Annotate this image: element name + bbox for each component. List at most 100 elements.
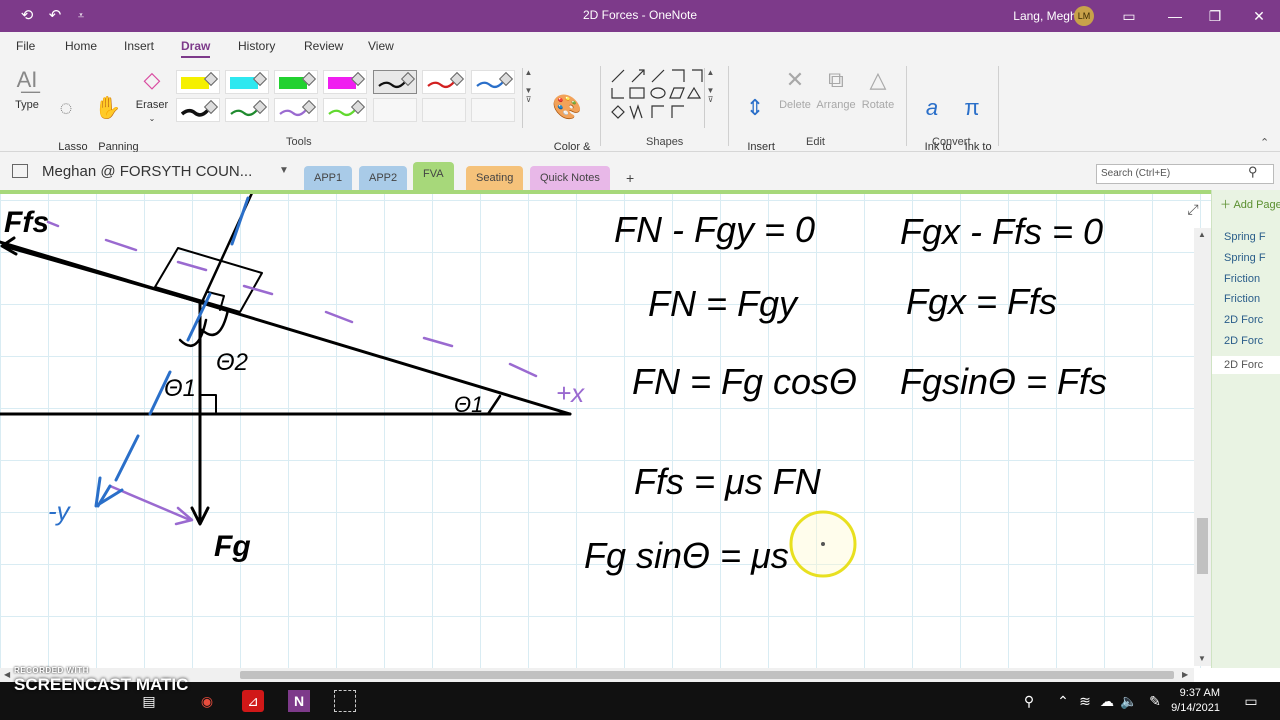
edit-group-label: Edit [806, 136, 825, 148]
onedrive-icon[interactable]: ☁ [1096, 690, 1118, 712]
watermark-big: SCREENCAST MATIC [14, 675, 189, 694]
close-icon[interactable]: ✕ [1250, 7, 1268, 25]
section-tab-app1[interactable]: APP1 [304, 166, 353, 190]
pen-swatch-2[interactable] [274, 70, 318, 94]
tools-group-label: Tools [286, 136, 312, 148]
wifi-icon[interactable]: ≋ [1074, 690, 1096, 712]
arrange-label: Arrange [816, 99, 856, 111]
tab-home[interactable]: Home [65, 39, 97, 53]
pen-swatch-3[interactable] [323, 70, 367, 94]
page-list-item[interactable]: 2D Forc [1212, 355, 1280, 374]
pen-swatch-1[interactable] [225, 70, 269, 94]
page-canvas[interactable]: Ffs Θ2 Θ1 Θ1 +x -y Fg FN - Fgy = 0 FN = … [0, 190, 1211, 668]
theta2-label: Θ2 [216, 349, 248, 376]
page-list-item[interactable]: 2D Forc [1224, 314, 1263, 326]
tab-insert[interactable]: Insert [124, 39, 154, 53]
add-section-button[interactable]: + [616, 166, 644, 190]
page-list-item[interactable]: Spring F [1224, 252, 1266, 264]
pen-icon[interactable]: ✎ [1144, 690, 1166, 712]
shapes-gallery-scroll[interactable]: ▲ ▼ ⊽ [704, 68, 716, 128]
ellipse-shape-icon [650, 87, 666, 99]
corner-shape-icon [672, 69, 685, 82]
equation-6: Fgx - Ffs = 0 [900, 211, 1103, 252]
eraser-button[interactable]: ◇ Eraser ⌄ [132, 66, 172, 126]
ink-layer[interactable]: Ffs Θ2 Θ1 Θ1 +x -y Fg FN - Fgy = 0 FN = … [0, 190, 1211, 668]
show-hidden-icons[interactable]: ⌃ [1052, 690, 1074, 712]
pen-swatch-8[interactable] [225, 98, 269, 122]
tab-draw[interactable]: Draw [181, 39, 211, 58]
pen-swatch-10[interactable] [323, 98, 367, 122]
pen-swatch-0[interactable] [176, 70, 220, 94]
type-button[interactable]: A͟I Type [8, 66, 46, 112]
page-list-item[interactable]: Friction [1224, 293, 1260, 305]
section-tab-app2[interactable]: APP2 [359, 166, 408, 190]
type-label: Type [15, 99, 39, 111]
fullscreen-icon[interactable]: ▭ [1120, 7, 1138, 25]
tab-file[interactable]: File [16, 39, 35, 53]
section-tab-quick-notes[interactable]: Quick Notes [530, 166, 610, 190]
pen-swatch-empty[interactable] [471, 98, 515, 122]
type-icon: A͟I [16, 67, 38, 92]
fg-label: Fg [214, 530, 251, 563]
friction-arrow [2, 244, 202, 304]
shapes-group-label: Shapes [646, 136, 684, 148]
notifications-icon[interactable]: ▭ [1240, 690, 1262, 712]
page-list-item[interactable]: Friction [1224, 273, 1260, 285]
theta1-label-left: Θ1 [164, 375, 196, 402]
arrange-button[interactable]: ⧉ Arrange [814, 66, 858, 112]
collapse-ribbon-icon[interactable]: ⌃ [1260, 136, 1269, 149]
vertical-scrollbar[interactable]: ▲ ▼ [1194, 228, 1211, 666]
scroll-thumb[interactable] [1197, 518, 1208, 574]
pen-swatch-empty[interactable] [422, 98, 466, 122]
people-icon[interactable]: ⚲ [1018, 690, 1040, 712]
plus-x-label: +x [556, 378, 585, 408]
right-angle-mark [199, 394, 217, 413]
clock[interactable]: 9:37 AM 9/14/2021 [1171, 686, 1220, 716]
watermark-small: RECORDED WITH [14, 666, 89, 675]
avatar[interactable]: LM [1074, 6, 1094, 26]
convert-group-label: Convert [932, 136, 971, 148]
clock-date: 9/14/2021 [1171, 702, 1220, 714]
eraser-dropdown-icon[interactable]: ⌄ [132, 112, 172, 126]
add-page-button[interactable]: ＋ Add Page [1220, 196, 1280, 212]
search-icon[interactable]: ⚲ [1248, 164, 1258, 180]
scroll-left-icon[interactable]: ◀ [4, 670, 10, 679]
x-axis-dashed [46, 220, 538, 526]
hscroll-thumb[interactable] [240, 671, 1174, 679]
pen-swatch-empty[interactable] [373, 98, 417, 122]
section-tab-fva[interactable]: FVA [413, 162, 454, 190]
page-list-item[interactable]: 2D Forc [1224, 335, 1263, 347]
snipping-tool-icon[interactable] [334, 690, 356, 712]
page-list-item[interactable]: Spring F [1224, 231, 1266, 243]
tab-history[interactable]: History [238, 39, 275, 53]
diamond-shape-icon [611, 105, 625, 119]
delete-button[interactable]: ✕ Delete [776, 66, 814, 112]
pen-swatch-5[interactable] [422, 70, 466, 94]
equation-8: FgsinΘ = Ffs [900, 361, 1107, 402]
expand-icon[interactable]: ⤢ [1184, 200, 1202, 218]
pen-swatch-4[interactable] [373, 70, 417, 94]
rotate-icon: △ [869, 67, 887, 92]
pen-swatch-7[interactable] [176, 98, 220, 122]
graph-shape-icon [629, 104, 643, 120]
theta1-label-right: Θ1 [454, 392, 483, 417]
notebook-name[interactable]: Meghan @ FORSYTH COUN... [42, 163, 252, 180]
scroll-down-icon[interactable]: ▼ [1198, 654, 1206, 663]
maximize-icon[interactable]: ❐ [1206, 7, 1224, 25]
volume-icon[interactable]: 🔈 [1118, 690, 1140, 712]
pen-swatch-9[interactable] [274, 98, 318, 122]
scroll-up-icon[interactable]: ▲ [1198, 230, 1206, 239]
pen-swatch-6[interactable] [471, 70, 515, 94]
onenote-icon[interactable]: N [288, 690, 310, 712]
pen-gallery-scroll[interactable]: ▲ ▼ ⊽ [522, 68, 534, 128]
tab-view[interactable]: View [368, 39, 394, 53]
acrobat-icon[interactable]: ⊿ [242, 690, 264, 712]
triangle-shape-icon [686, 86, 702, 99]
chevron-down-icon[interactable]: ▼ [279, 165, 289, 176]
tab-review[interactable]: Review [304, 39, 343, 53]
shapes-gallery[interactable] [608, 68, 704, 124]
section-tab-seating[interactable]: Seating [466, 166, 524, 190]
scroll-right-icon[interactable]: ▶ [1182, 670, 1188, 679]
minimize-icon[interactable]: — [1166, 7, 1184, 25]
rotate-button[interactable]: △ Rotate [858, 66, 898, 112]
